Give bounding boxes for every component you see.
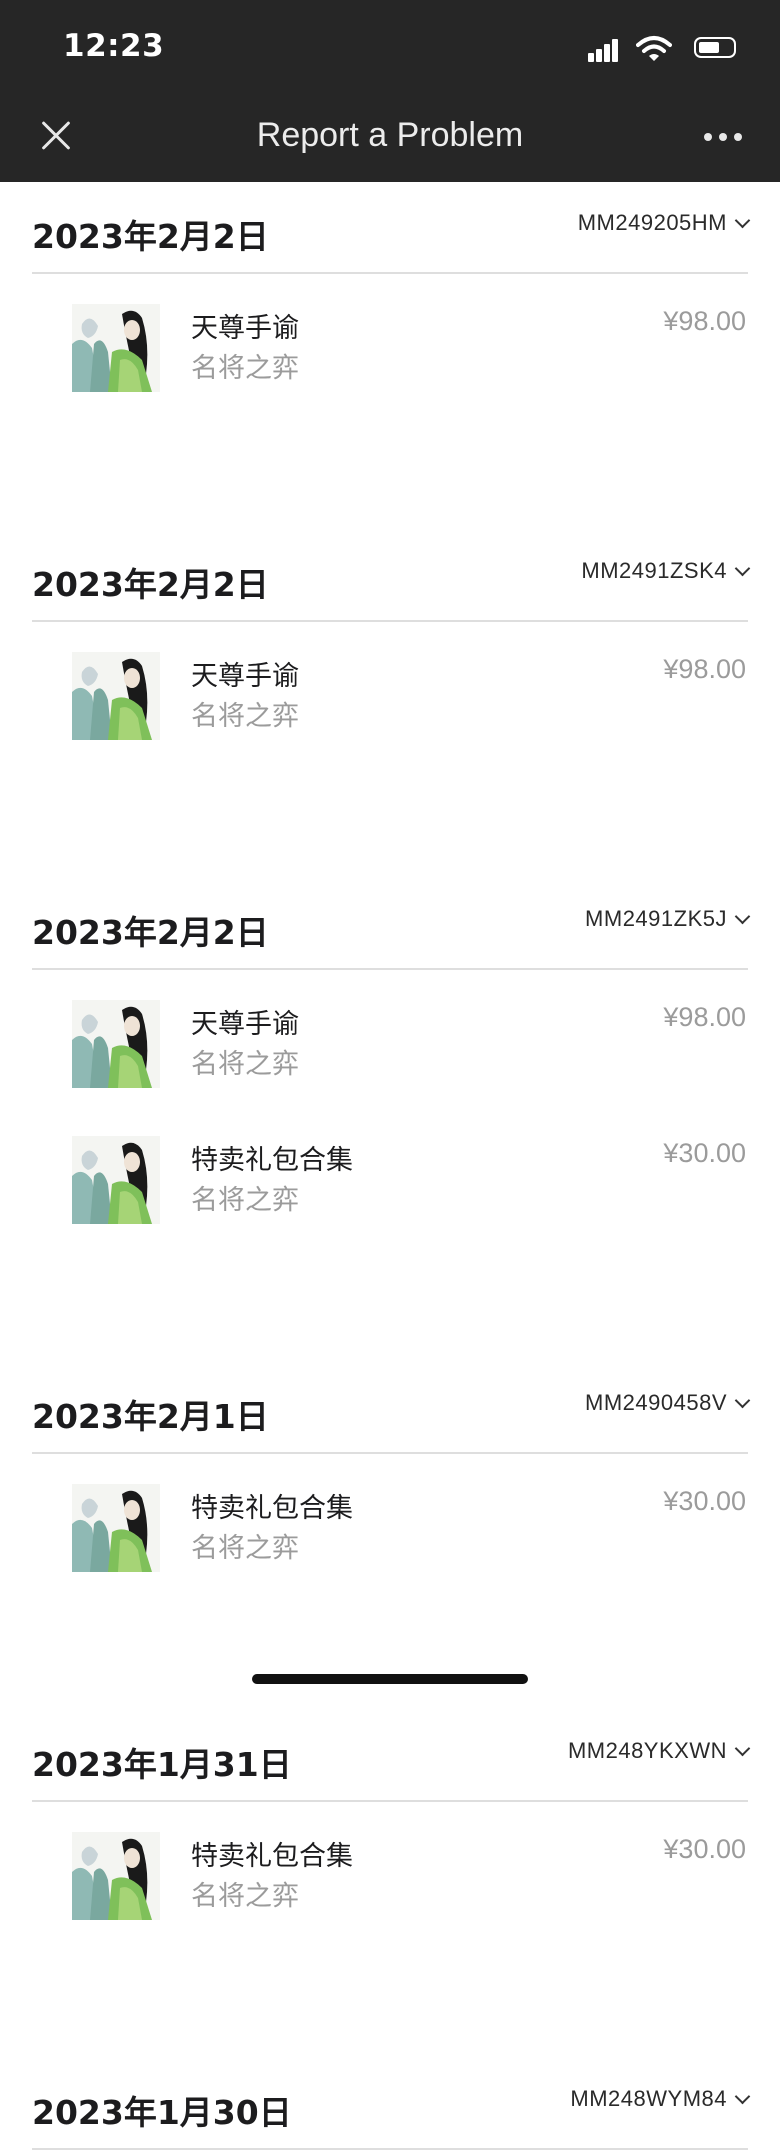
chevron-down-icon: [734, 1740, 751, 1756]
order-id-label: MM2490458V: [585, 1390, 727, 1415]
order-header: 2023年2月2日 MM249205HM: [32, 182, 751, 274]
item-developer: 名将之弈: [191, 1049, 299, 1080]
purchase-item[interactable]: 天尊手谕 名将之弈 ¥98.00: [0, 274, 780, 410]
purchase-item[interactable]: 特卖礼包合集 名将之弈 ¥30.00: [0, 1454, 780, 1590]
item-price: ¥30.00: [663, 1138, 746, 1168]
order-header: 2023年2月2日 MM2491ZK5J: [32, 878, 751, 970]
order-group: 2023年1月30日 MM248WYM84: [0, 2058, 780, 2150]
order-group: 2023年2月2日 MM2491ZSK4 天尊手谕 名将之弈 ¥98.00: [0, 530, 780, 878]
item-price: ¥30.00: [663, 1486, 746, 1516]
order-id-dropdown[interactable]: MM249205HM: [577, 210, 751, 236]
navigation-header: 12:23 Report a Problem: [0, 0, 780, 182]
item-name: 天尊手谕: [191, 313, 299, 344]
item-name: 特卖礼包合集: [191, 1493, 353, 1524]
order-date: 2023年2月2日: [32, 217, 269, 256]
item-name: 天尊手谕: [191, 661, 299, 692]
order-date: 2023年2月2日: [32, 565, 269, 604]
chevron-down-icon: [734, 2088, 751, 2104]
item-developer: 名将之弈: [191, 701, 299, 732]
app-thumbnail: [72, 1136, 160, 1224]
item-developer: 名将之弈: [191, 1533, 299, 1564]
item-developer: 名将之弈: [191, 1881, 299, 1912]
app-thumbnail: [72, 1832, 160, 1920]
purchase-history-list: 2023年2月2日 MM249205HM 天尊手谕 名将之弈 ¥98.00 20…: [0, 182, 780, 2150]
order-group: 2023年1月31日 MM248YKXWN 特卖礼包合集 名将之弈 ¥30.00: [0, 1710, 780, 2058]
item-price: ¥30.00: [663, 1834, 746, 1864]
purchase-item[interactable]: 特卖礼包合集 名将之弈 ¥30.00: [0, 1106, 780, 1242]
signal-icon: [588, 38, 624, 62]
status-icons: [582, 34, 742, 64]
item-name: 特卖礼包合集: [191, 1841, 353, 1872]
status-time: 12:23: [63, 28, 165, 64]
home-indicator: [252, 1674, 528, 1684]
order-date: 2023年2月2日: [32, 913, 269, 952]
order-id-label: MM248YKXWN: [567, 1738, 727, 1763]
order-date: 2023年1月30日: [32, 2093, 292, 2132]
app-thumbnail: [72, 304, 160, 392]
order-id-dropdown[interactable]: MM2491ZK5J: [585, 906, 751, 932]
order-header: 2023年2月2日 MM2491ZSK4: [32, 530, 751, 622]
more-icon[interactable]: [704, 133, 744, 143]
chevron-down-icon: [734, 908, 751, 924]
order-id-dropdown[interactable]: MM2490458V: [585, 1390, 751, 1416]
order-header: 2023年1月30日 MM248WYM84: [32, 2058, 751, 2150]
order-header: 2023年1月31日 MM248YKXWN: [32, 1710, 751, 1802]
order-id-label: MM248WYM84: [570, 2086, 727, 2111]
app-thumbnail: [72, 1484, 160, 1572]
order-id-label: MM249205HM: [577, 210, 727, 235]
order-id-dropdown[interactable]: MM248YKXWN: [567, 1738, 751, 1764]
order-group: 2023年2月1日 MM2490458V 特卖礼包合集 名将之弈 ¥30.00: [0, 1362, 780, 1710]
order-date: 2023年1月31日: [32, 1745, 292, 1784]
chevron-down-icon: [734, 212, 751, 228]
item-developer: 名将之弈: [191, 353, 299, 384]
chevron-down-icon: [734, 560, 751, 576]
order-id-label: MM2491ZK5J: [585, 906, 727, 931]
wifi-icon: [636, 36, 672, 61]
item-price: ¥98.00: [663, 306, 746, 336]
order-id-dropdown[interactable]: MM2491ZSK4: [581, 558, 751, 584]
item-name: 特卖礼包合集: [191, 1145, 353, 1176]
app-thumbnail: [72, 1000, 160, 1088]
page-title: Report a Problem: [256, 116, 524, 154]
purchase-item[interactable]: 天尊手谕 名将之弈 ¥98.00: [0, 622, 780, 758]
app-thumbnail: [72, 652, 160, 740]
battery-icon: [694, 37, 736, 58]
item-price: ¥98.00: [663, 1002, 746, 1032]
order-id-dropdown[interactable]: MM248WYM84: [570, 2086, 751, 2112]
order-group: 2023年2月2日 MM249205HM 天尊手谕 名将之弈 ¥98.00: [0, 182, 780, 530]
order-group: 2023年2月2日 MM2491ZK5J 天尊手谕 名将之弈 ¥98.00 特卖…: [0, 878, 780, 1362]
purchase-item[interactable]: 特卖礼包合集 名将之弈 ¥30.00: [0, 1802, 780, 1938]
order-id-label: MM2491ZSK4: [581, 558, 727, 583]
purchase-item[interactable]: 天尊手谕 名将之弈 ¥98.00: [0, 970, 780, 1106]
order-date: 2023年2月1日: [32, 1397, 269, 1436]
item-price: ¥98.00: [663, 654, 746, 684]
chevron-down-icon: [734, 1392, 751, 1408]
order-header: 2023年2月1日 MM2490458V: [32, 1362, 751, 1454]
item-name: 天尊手谕: [191, 1009, 299, 1040]
item-developer: 名将之弈: [191, 1185, 299, 1216]
